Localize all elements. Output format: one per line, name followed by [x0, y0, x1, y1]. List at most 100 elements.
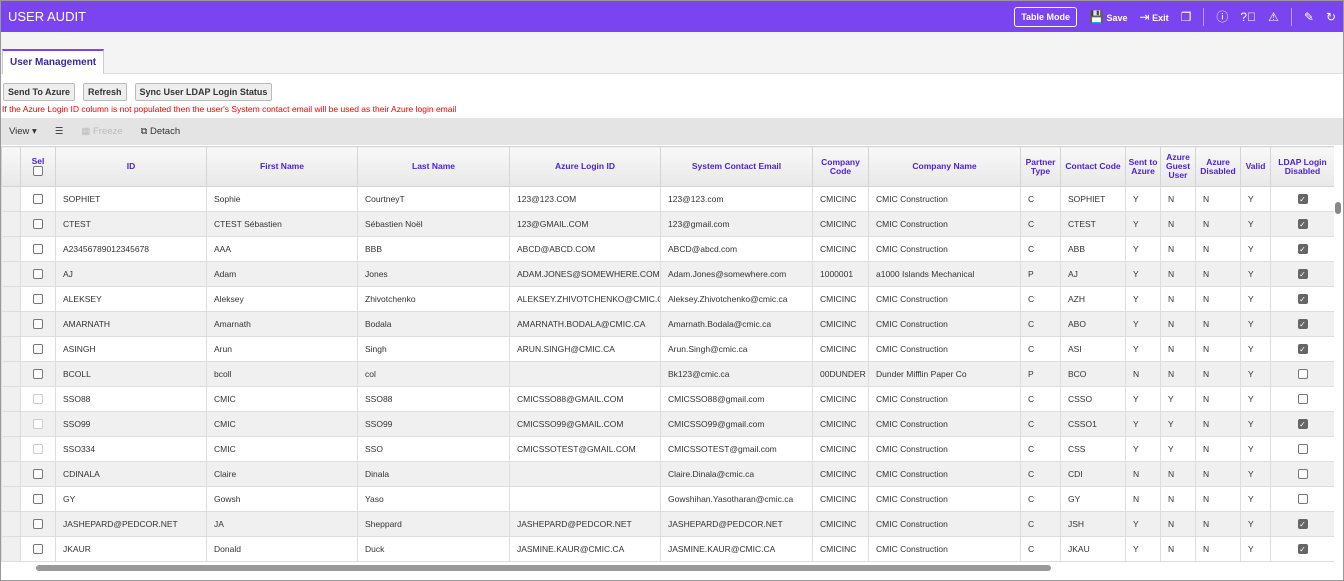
- sync-ldap-button[interactable]: Sync User LDAP Login Status: [134, 83, 273, 101]
- table-row[interactable]: JKAUR Donald Duck JASMINE.KAUR@CMIC.CA JASMI…: [1, 536, 1334, 562]
- table-row[interactable]: AJ Adam Jones ADAM.JONES@SOMEWHERE.COM Adam.…: [1, 261, 1334, 287]
- ldap-disabled-checkbox[interactable]: [1297, 494, 1308, 505]
- ldap-disabled-checkbox[interactable]: [1297, 469, 1308, 480]
- row-select-checkbox[interactable]: [33, 469, 43, 480]
- row-header[interactable]: [1, 461, 21, 487]
- column-header[interactable]: Azure Login ID: [509, 146, 661, 187]
- cell-guest: N: [1160, 486, 1196, 512]
- row-header[interactable]: [1, 211, 21, 237]
- ldap-disabled-checkbox[interactable]: ✓: [1297, 294, 1308, 305]
- row-header[interactable]: [1, 286, 21, 312]
- column-header[interactable]: Company Name: [868, 146, 1021, 187]
- row-header[interactable]: [1, 361, 21, 387]
- row-select-checkbox[interactable]: [33, 244, 43, 255]
- row-select-checkbox[interactable]: [33, 294, 43, 305]
- help-icon[interactable]: ?⃝: [1240, 10, 1256, 24]
- row-select-checkbox[interactable]: [33, 219, 43, 230]
- column-header[interactable]: Azure Guest User: [1160, 146, 1196, 187]
- row-select-checkbox[interactable]: [33, 544, 43, 555]
- row-select-checkbox[interactable]: [33, 494, 43, 505]
- info-icon[interactable]: ⓘ: [1216, 8, 1228, 25]
- table-row[interactable]: SOPHIET Sophie CourtneyT 123@123.COM 123@123…: [1, 186, 1334, 212]
- tab-user-management[interactable]: User Management: [2, 49, 105, 74]
- column-header[interactable]: Sent to Azure: [1125, 146, 1161, 187]
- column-header[interactable]: Sel: [20, 146, 56, 187]
- row-header[interactable]: [1, 386, 21, 412]
- row-header[interactable]: [1, 186, 21, 212]
- row-header[interactable]: [1, 311, 21, 337]
- table-row[interactable]: GY Gowsh Yaso Gowshihan.Yasotharan@cmic.ca C…: [1, 486, 1334, 512]
- table-row[interactable]: ALEKSEY Aleksey Zhivotchenko ALEKSEY.ZHIVOT…: [1, 286, 1334, 312]
- ldap-cell: ✓: [1270, 511, 1334, 537]
- row-header[interactable]: [1, 436, 21, 462]
- row-select-checkbox[interactable]: [33, 519, 43, 530]
- table-mode-button[interactable]: Table Mode: [1014, 6, 1078, 27]
- exit-button[interactable]: ⇥ Exit: [1140, 10, 1169, 24]
- row-header[interactable]: [1, 411, 21, 437]
- column-header[interactable]: Last Name: [357, 146, 510, 187]
- row-select-checkbox[interactable]: [33, 344, 43, 355]
- ldap-disabled-checkbox[interactable]: ✓: [1297, 319, 1308, 330]
- row-select-checkbox[interactable]: [33, 394, 43, 405]
- row-header[interactable]: [1, 536, 21, 562]
- detach-button[interactable]: ⧉ Detach: [141, 126, 181, 137]
- row-header[interactable]: [1, 261, 21, 287]
- filter-icon[interactable]: ☰: [55, 126, 64, 137]
- ldap-disabled-checkbox[interactable]: ✓: [1297, 344, 1308, 355]
- refresh-icon[interactable]: ↻: [1326, 10, 1336, 24]
- table-row[interactable]: A23456789012345678 AAA BBB ABCD@ABCD.COM ABC…: [1, 236, 1334, 262]
- ldap-disabled-checkbox[interactable]: ✓: [1297, 194, 1308, 205]
- ldap-disabled-checkbox[interactable]: ✓: [1297, 244, 1308, 255]
- column-header[interactable]: Company Code: [812, 146, 869, 187]
- column-header[interactable]: ID: [55, 146, 207, 187]
- scroll-thumb[interactable]: [36, 565, 1051, 571]
- table-row[interactable]: CDINALA Claire Dinala Claire.Dinala@cmic.ca…: [1, 461, 1334, 487]
- warning-icon[interactable]: ⚠: [1268, 10, 1279, 24]
- horizontal-scrollbar[interactable]: [22, 563, 1332, 573]
- column-header[interactable]: Partner Type: [1020, 146, 1061, 187]
- row-header[interactable]: [1, 236, 21, 262]
- row-header[interactable]: [1, 336, 21, 362]
- freeze-button[interactable]: ▦ Freeze: [81, 126, 122, 137]
- row-header[interactable]: [1, 486, 21, 512]
- table-row[interactable]: BCOLL bcoll col Bk123@cmic.ca 00DUNDER Dunder…: [1, 361, 1334, 387]
- table-row[interactable]: SSO99 CMIC SSO99 CMICSSO99@GMAIL.COM CMICSSO…: [1, 411, 1334, 437]
- ldap-disabled-checkbox[interactable]: ✓: [1297, 519, 1308, 530]
- scroll-thumb[interactable]: [1335, 202, 1341, 214]
- table-row[interactable]: AMARNATH Amarnath Bodala AMARNATH.BODALA@CM…: [1, 311, 1334, 337]
- table-row[interactable]: SSO88 CMIC SSO88 CMICSSO88@GMAIL.COM CMICSSO…: [1, 386, 1334, 412]
- row-header[interactable]: [1, 511, 21, 537]
- ldap-disabled-checkbox[interactable]: [1297, 369, 1308, 380]
- windows-icon[interactable]: ❐: [1181, 10, 1192, 24]
- column-header[interactable]: First Name: [206, 146, 358, 187]
- ldap-disabled-checkbox[interactable]: [1297, 444, 1308, 455]
- table-row[interactable]: JASHEPARD@PEDCOR.NET JA Sheppard JASHEPARD@…: [1, 511, 1334, 537]
- column-header[interactable]: Contact Code: [1060, 146, 1126, 187]
- send-to-azure-button[interactable]: Send To Azure: [3, 83, 76, 101]
- row-select-checkbox[interactable]: [33, 369, 43, 380]
- column-header[interactable]: Valid: [1240, 146, 1271, 187]
- table-row[interactable]: SSO334 CMIC SSO CMICSSOTEST@GMAIL.COM CMICSS…: [1, 436, 1334, 462]
- row-select-checkbox[interactable]: [33, 419, 43, 430]
- cell-email: Bk123@cmic.ca: [660, 361, 813, 387]
- column-header[interactable]: System Contact Email: [660, 146, 813, 187]
- ldap-disabled-checkbox[interactable]: ✓: [1297, 219, 1308, 230]
- column-header[interactable]: Azure Disabled: [1195, 146, 1241, 187]
- ldap-disabled-checkbox[interactable]: [1297, 394, 1308, 405]
- refresh-button[interactable]: Refresh: [83, 83, 127, 101]
- select-all-checkbox[interactable]: [33, 166, 43, 176]
- column-header[interactable]: LDAP Login Disabled: [1270, 146, 1334, 187]
- save-button[interactable]: 💾 Save: [1089, 10, 1128, 24]
- view-menu[interactable]: View ▾: [9, 126, 37, 137]
- row-select-checkbox[interactable]: [33, 319, 43, 330]
- vertical-scrollbar[interactable]: [1334, 190, 1342, 560]
- ldap-disabled-checkbox[interactable]: ✓: [1297, 269, 1308, 280]
- table-row[interactable]: ASINGH Arun Singh ARUN.SINGH@CMIC.CA Arun.Si…: [1, 336, 1334, 362]
- row-select-checkbox[interactable]: [33, 269, 43, 280]
- ldap-disabled-checkbox[interactable]: ✓: [1297, 419, 1308, 430]
- table-row[interactable]: CTEST CTEST Sébastien Sébastien Noël 123@GM…: [1, 211, 1334, 237]
- ldap-disabled-checkbox[interactable]: ✓: [1297, 544, 1308, 555]
- row-select-checkbox[interactable]: [33, 194, 43, 205]
- row-select-checkbox[interactable]: [33, 444, 43, 455]
- edit-icon[interactable]: ✎: [1304, 10, 1314, 24]
